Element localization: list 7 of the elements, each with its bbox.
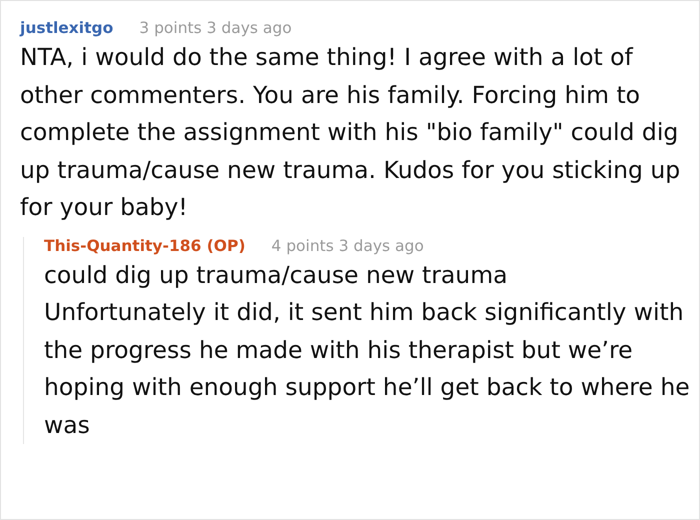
comment-text: could dig up trauma/cause new trauma [44, 260, 508, 290]
comment-text: NTA, i would do the same thing! I agree with a lot of other commenters. You are his family. Forcing him to complete the assignment with his "bio family" could dig up trauma/cause new trauma. Kudos for you sticking up for your baby! [20, 42, 682, 223]
comment-text: Unfortunately it did, it sent him back significantly with the progress he made with his therapist but we’re hoping with enough support he’ll get back to where he was [44, 297, 691, 440]
comment-meta: 3 points 3 days ago [139, 19, 292, 37]
username-link[interactable]: justlexitgo [20, 19, 114, 37]
username-link[interactable]: This-Quantity-186 (OP) [44, 236, 246, 254]
comment-meta: 4 points 3 days ago [271, 236, 424, 254]
